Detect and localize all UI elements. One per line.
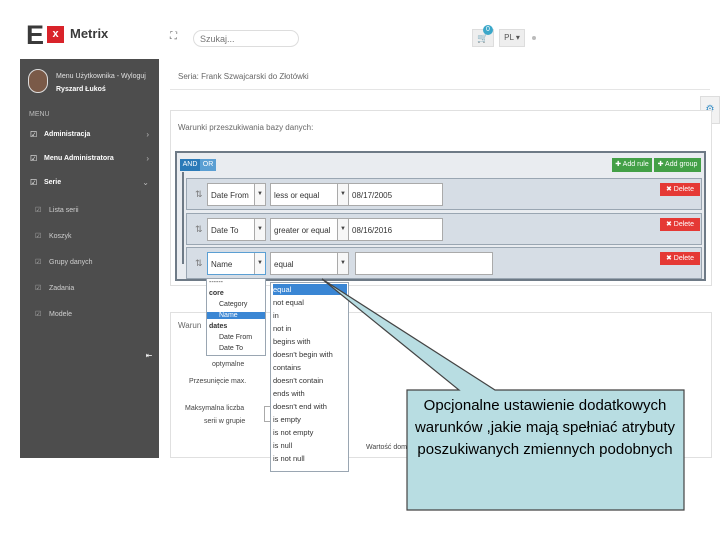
callout-text: Opcjonalne ustawienie dodatkowych warunk… [414, 397, 676, 458]
page: E x Metrix ⛶ 🛒 0 PL ▾ Menu Użytkownika -… [0, 0, 720, 540]
